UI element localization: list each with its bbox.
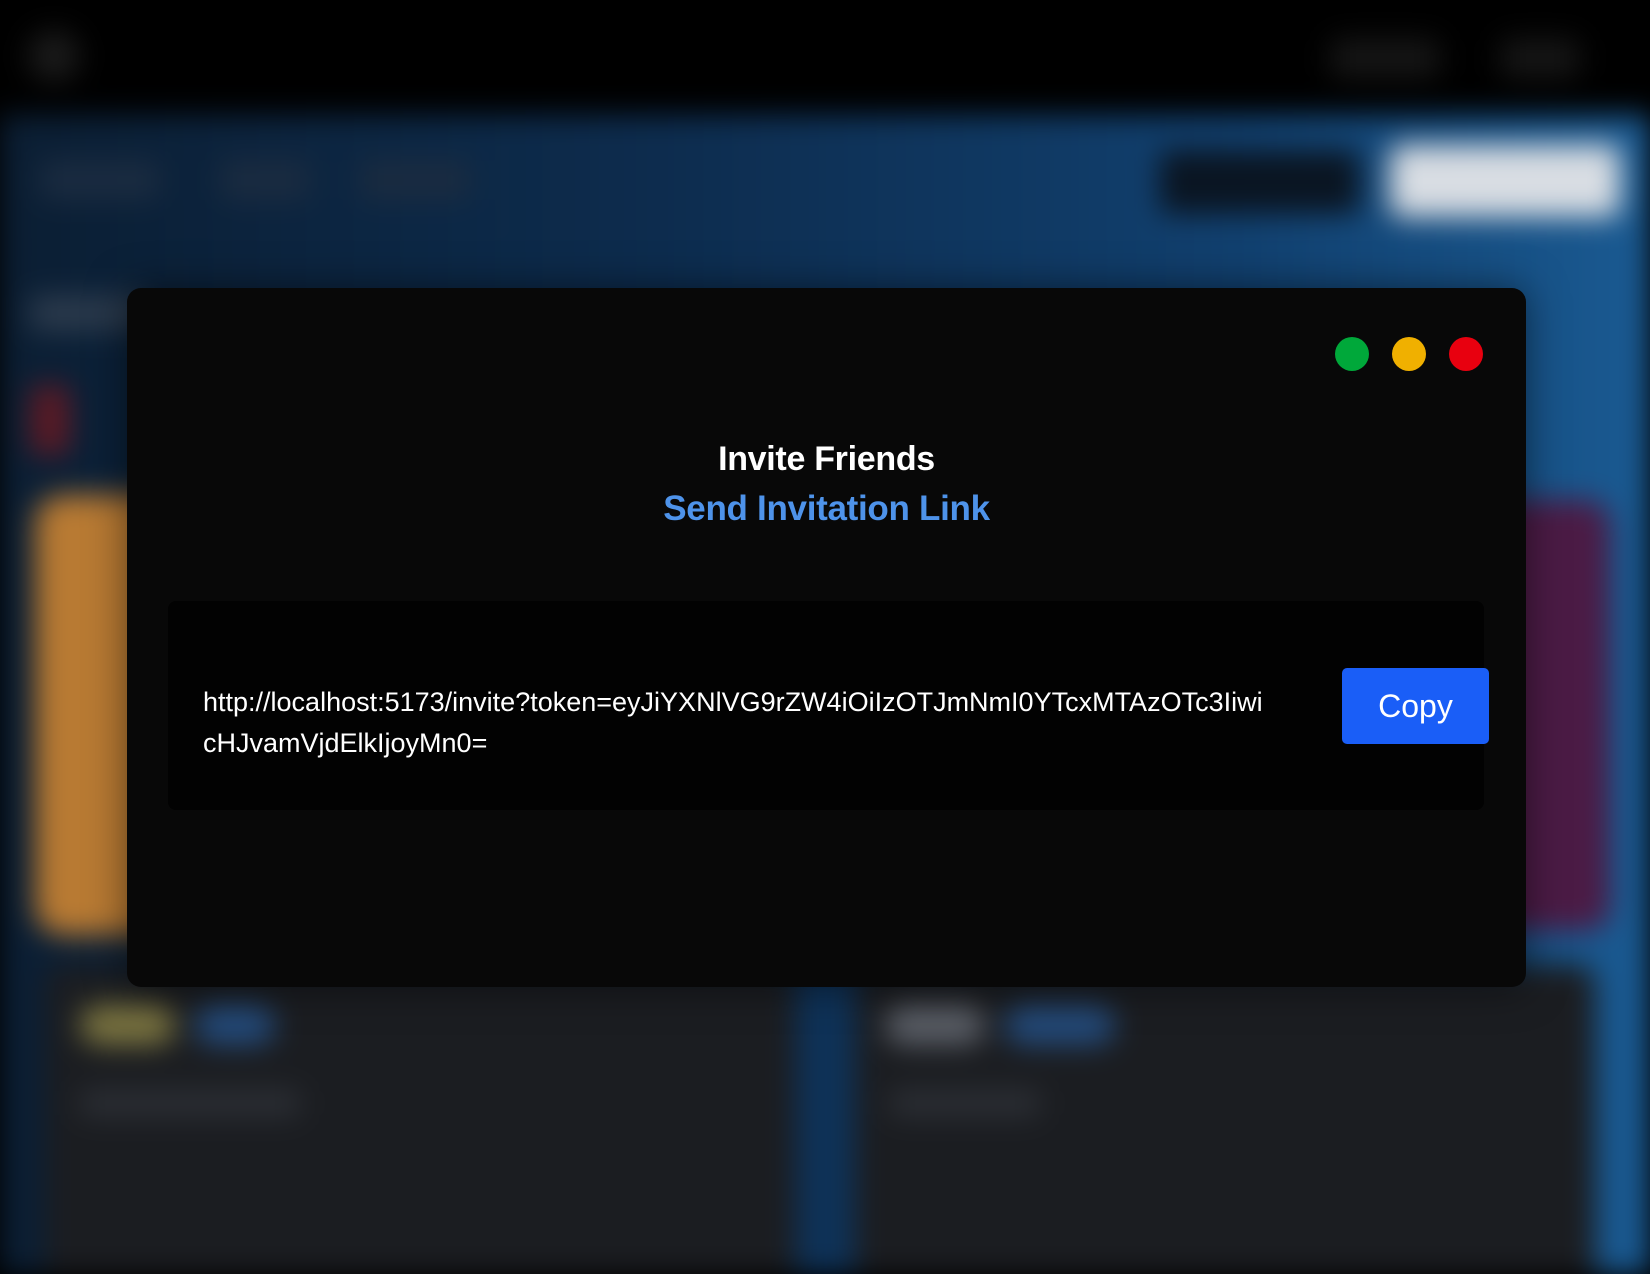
background-nav-item (220, 160, 310, 200)
background-pill (885, 1005, 985, 1045)
maximize-dot-icon[interactable] (1335, 337, 1369, 371)
modal-subtitle: Send Invitation Link (663, 489, 990, 528)
background-text-line (890, 1090, 1040, 1116)
copy-button[interactable]: Copy (1342, 668, 1489, 744)
window-controls (1335, 337, 1483, 371)
background-logo (28, 30, 80, 82)
invite-link-box: http://localhost:5173/invite?token=eyJiY… (168, 601, 1489, 810)
background-shape (30, 385, 70, 455)
background-pill (1005, 1005, 1115, 1045)
background-topbar-item (1500, 38, 1580, 78)
background-button (1160, 150, 1360, 214)
minimize-dot-icon[interactable] (1392, 337, 1426, 371)
background-button (1390, 145, 1620, 217)
background-topbar-item (1330, 38, 1440, 78)
background-topbar (0, 0, 1650, 115)
background-nav-item (40, 160, 160, 200)
background-pill (80, 1005, 175, 1045)
modal-title: Invite Friends (718, 440, 935, 478)
background-nav-item (360, 160, 470, 200)
close-dot-icon[interactable] (1449, 337, 1483, 371)
invite-link-text[interactable]: http://localhost:5173/invite?token=eyJiY… (203, 682, 1263, 764)
invite-friends-modal: Invite Friends Send Invitation Link http… (127, 288, 1526, 987)
background-text-line (80, 1090, 300, 1116)
modal-header: Invite Friends Send Invitation Link (127, 436, 1526, 534)
background-pill (195, 1005, 275, 1045)
